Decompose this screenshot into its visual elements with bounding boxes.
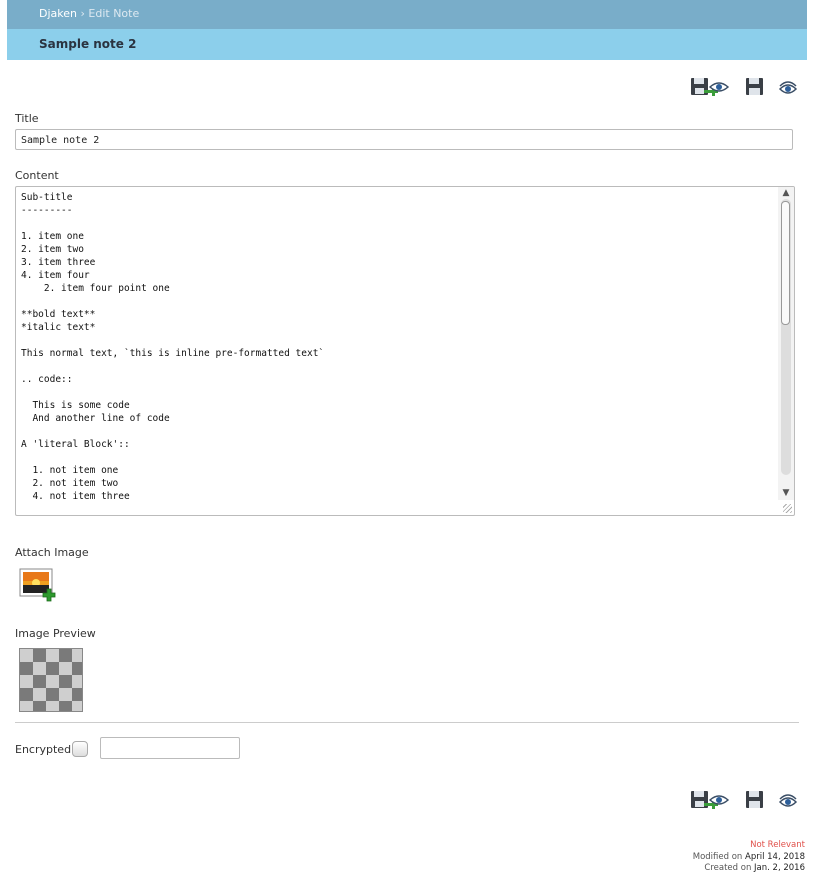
attach-image-label: Attach Image [15,546,89,559]
scroll-up-arrow-icon[interactable]: ▲ [779,187,793,199]
breadcrumb-current: Edit Note [88,7,140,20]
divider [15,722,799,723]
bottom-toolbar [690,789,800,809]
modified-prefix: Modified on [692,852,743,862]
breadcrumb: Djaken › Edit Note [39,7,139,20]
view-icon[interactable] [778,789,798,809]
modified-date: Modified on April 14, 2018 [693,852,805,862]
save-icon[interactable] [745,76,765,96]
breadcrumb-separator: › [80,7,85,20]
view-icon[interactable] [778,76,798,96]
created-date-value: Jan. 2, 2016 [754,863,805,873]
content-textarea[interactable]: Sub-title --------- 1. item one 2. item … [15,186,795,516]
scrollbar-thumb[interactable] [781,201,790,325]
scroll-down-arrow-icon[interactable]: ▼ [779,487,793,499]
content-text[interactable]: Sub-title --------- 1. item one 2. item … [21,191,324,503]
modified-date-value: April 14, 2018 [745,852,805,862]
attach-image-icon[interactable] [19,568,57,604]
save-icon[interactable] [745,789,765,809]
title-input[interactable]: Sample note 2 [15,129,793,150]
created-date: Created on Jan. 2, 2016 [704,863,805,873]
image-preview-label: Image Preview [15,627,96,640]
content-label: Content [15,169,59,182]
save-and-view-icon[interactable] [690,789,730,809]
encrypted-label: Encrypted [15,743,72,756]
title-label: Title [15,112,39,125]
top-toolbar [690,76,800,96]
content-scrollbar[interactable]: ▲ ▼ [778,187,794,500]
status-not-relevant: Not Relevant [750,840,805,850]
resize-grip-icon[interactable] [783,504,792,513]
encryption-password-input[interactable] [100,737,240,759]
encrypted-checkbox[interactable] [72,741,88,757]
title-bar: Sample note 2 [7,29,807,60]
page-title: Sample note 2 [39,37,137,51]
image-preview-placeholder [19,648,83,712]
breadcrumb-home-link[interactable]: Djaken [39,7,77,20]
top-bar: Djaken › Edit Note [7,0,807,29]
save-and-view-icon[interactable] [690,76,730,96]
created-prefix: Created on [704,863,752,873]
